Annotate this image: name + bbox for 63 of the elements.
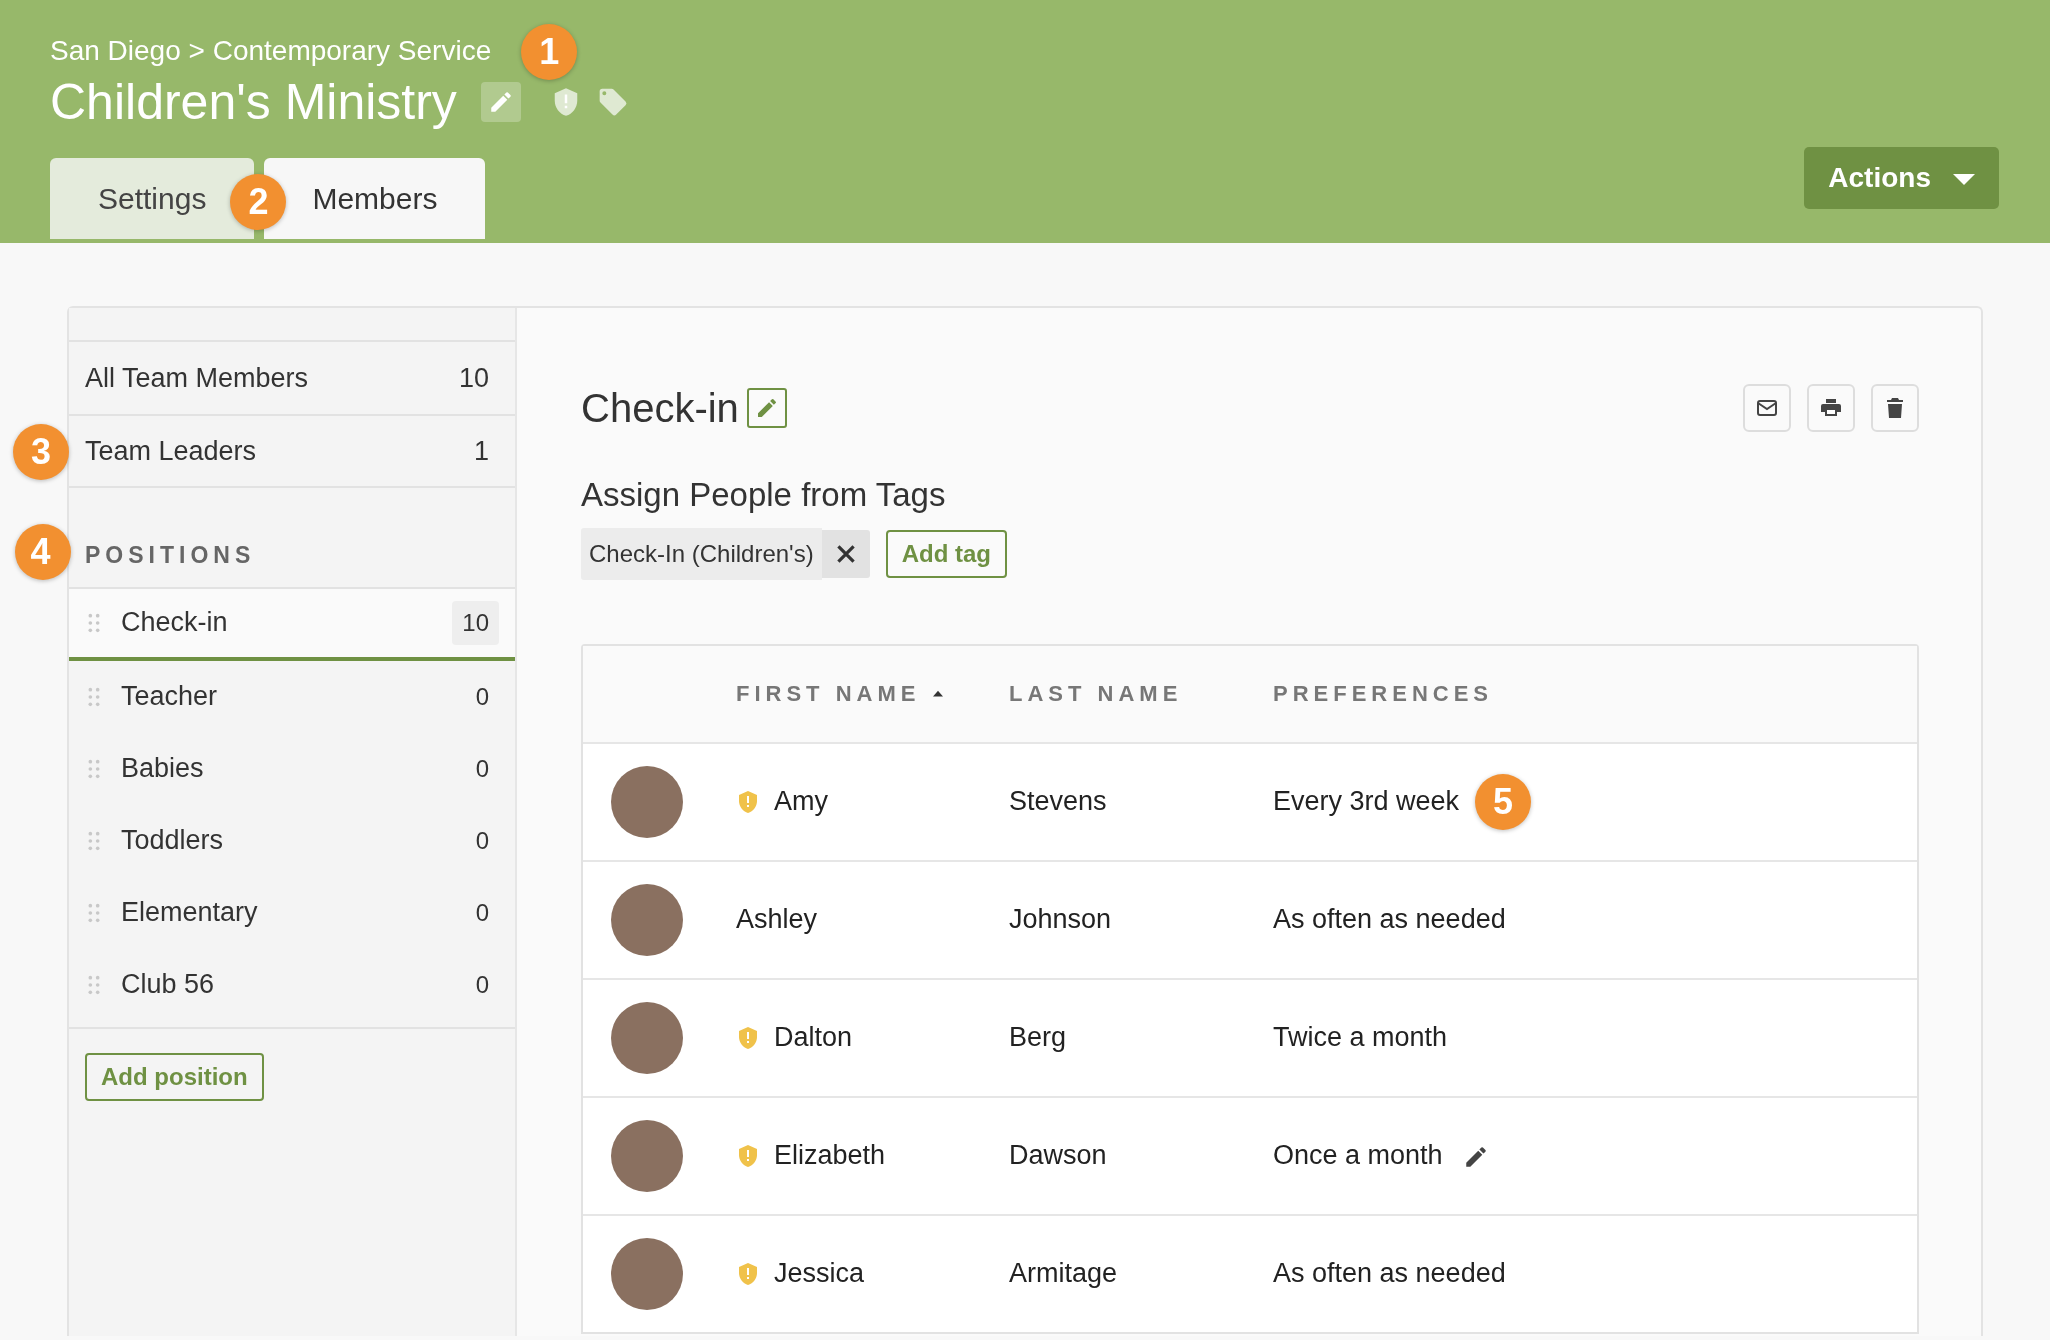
delete-button[interactable] xyxy=(1871,384,1919,432)
last-name: Berg xyxy=(1009,1021,1068,1055)
position-item[interactable]: Check-in 10 xyxy=(69,588,515,661)
email-button[interactable] xyxy=(1743,384,1791,432)
page-title: Children's Ministry xyxy=(50,73,457,132)
section-heading: Assign People from Tags xyxy=(581,475,947,515)
position-label: Toddlers xyxy=(121,824,224,858)
sidebar-item[interactable]: Team Leaders 1 xyxy=(69,414,515,488)
caret-icon xyxy=(1953,174,1975,186)
first-name: Jessica xyxy=(774,1257,865,1291)
position-item[interactable]: Teacher 0 xyxy=(69,660,515,733)
position-item[interactable]: Elementary 0 xyxy=(69,876,515,949)
shield-icon xyxy=(736,1143,760,1168)
callout-badge: 4 xyxy=(15,524,71,580)
first-name: Dalton xyxy=(774,1021,853,1055)
column-header[interactable]: FIRST NAME xyxy=(736,677,921,710)
position-item[interactable]: Toddlers 0 xyxy=(69,804,515,877)
print-button[interactable] xyxy=(1807,384,1855,432)
actions-button[interactable]: Actions xyxy=(1804,147,1999,209)
member-count: 0 xyxy=(474,897,490,928)
position-label: Club 56 xyxy=(121,968,215,1002)
preference: Once a month xyxy=(1273,1139,1443,1173)
first-name: Elizabeth xyxy=(774,1139,886,1173)
member-count: 0 xyxy=(474,969,490,1000)
callout-badge: 3 xyxy=(13,424,69,480)
column-header[interactable]: LAST NAME xyxy=(1009,681,1183,706)
column-header[interactable]: PREFERENCES xyxy=(1273,677,1494,710)
tag-chip: Check-In (Children's) xyxy=(581,527,822,580)
position-label: Check-in xyxy=(121,606,228,640)
callout-badge: 1 xyxy=(521,24,578,80)
first-name: Ashley xyxy=(736,903,818,937)
edit-title-button[interactable] xyxy=(480,82,521,122)
member-count: 10 xyxy=(458,361,489,395)
preference: As often as needed xyxy=(1273,1257,1506,1291)
preference: As often as needed xyxy=(1273,903,1506,937)
position-label: Teacher xyxy=(121,680,218,714)
shield-icon xyxy=(736,1261,760,1286)
member-count: 0 xyxy=(474,753,490,784)
sidebar-item-label: Team Leaders xyxy=(85,434,257,468)
sidebar-item-label: All Team Members xyxy=(85,361,309,395)
shield-icon xyxy=(736,1025,760,1050)
preference: Every 3rd week xyxy=(1273,785,1460,819)
first-name: Amy xyxy=(774,785,828,819)
position-label: Elementary xyxy=(121,896,258,930)
position-item[interactable]: Club 56 0 xyxy=(69,948,515,1021)
member-count: 0 xyxy=(474,825,490,856)
sidebar-item[interactable]: All Team Members 10 xyxy=(69,340,515,414)
position-title: Check-in xyxy=(581,385,739,432)
last-name: Dawson xyxy=(1009,1139,1108,1173)
last-name: Armitage xyxy=(1009,1257,1119,1291)
last-name: Johnson xyxy=(1009,903,1113,937)
position-item[interactable]: Babies 0 xyxy=(69,732,515,805)
position-label: Babies xyxy=(121,752,204,786)
last-name: Stevens xyxy=(1009,785,1108,819)
preference: Twice a month xyxy=(1273,1021,1448,1055)
member-count: 10 xyxy=(452,600,499,645)
shield-icon xyxy=(736,789,760,814)
member-count: 0 xyxy=(474,681,490,712)
member-count: 1 xyxy=(473,434,489,468)
edit-title-button[interactable] xyxy=(746,388,787,428)
remove-tag-button[interactable] xyxy=(821,529,870,578)
section-heading: POSITIONS xyxy=(85,542,256,568)
callout-badge: 5 xyxy=(1475,773,1532,830)
